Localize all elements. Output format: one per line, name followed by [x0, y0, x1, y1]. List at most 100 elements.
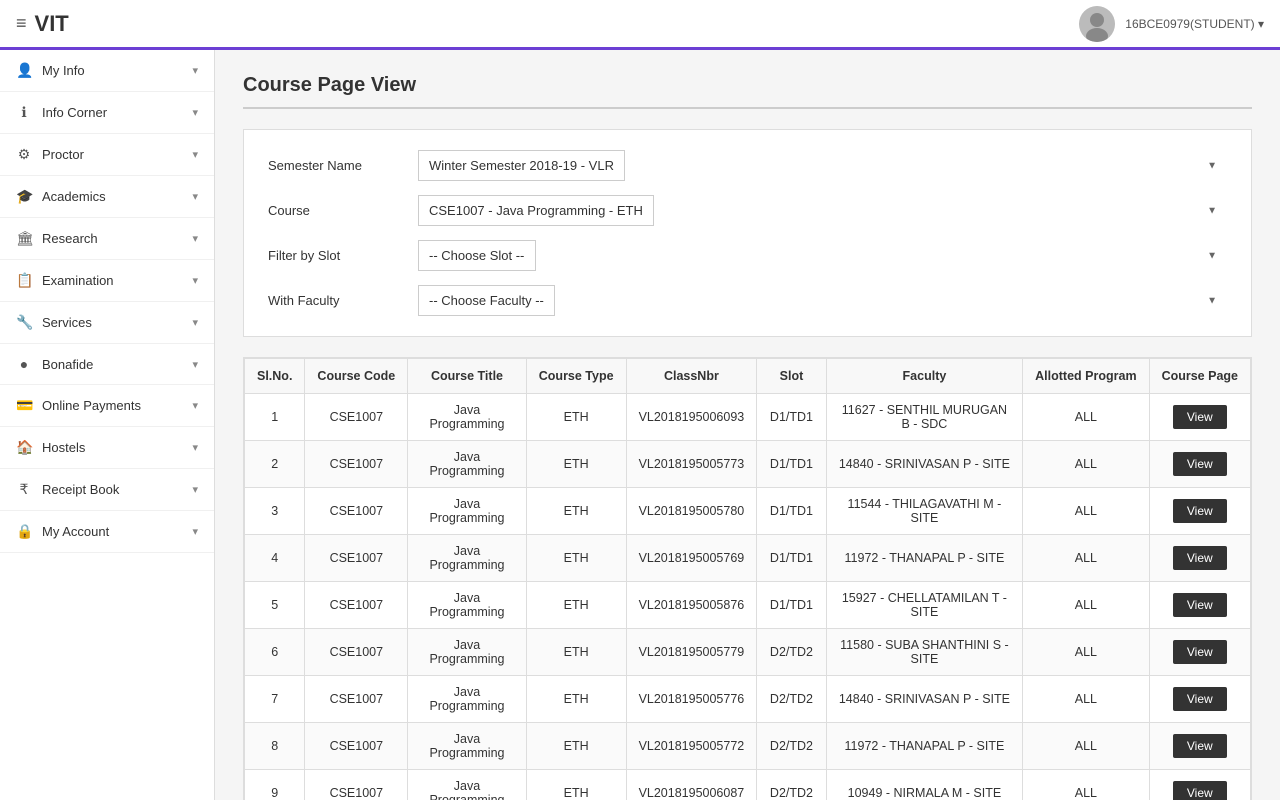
table-cell: CSE1007	[305, 676, 408, 723]
table-cell: Java Programming	[408, 770, 527, 800]
chevron-down-icon: ▾	[192, 64, 198, 77]
sidebar-item-left: 📋 Examination	[16, 272, 114, 289]
table-cell-action: View	[1149, 723, 1250, 770]
table-body: 1CSE1007Java ProgrammingETHVL20181950060…	[245, 394, 1251, 800]
view-button[interactable]: View	[1173, 405, 1227, 429]
view-button[interactable]: View	[1173, 640, 1227, 664]
sidebar-item-bonafide[interactable]: ● Bonafide ▾	[0, 344, 214, 385]
sidebar-item-label: Proctor	[42, 147, 84, 162]
sidebar-item-proctor[interactable]: ⚙ Proctor ▾	[0, 134, 214, 176]
slot-row: Filter by Slot -- Choose Slot --	[268, 240, 1227, 271]
sidebar-item-online-payments[interactable]: 💳 Online Payments ▾	[0, 385, 214, 427]
table-cell: CSE1007	[305, 394, 408, 441]
sidebar-item-left: 🎓 Academics	[16, 188, 106, 205]
table-cell: ETH	[526, 629, 626, 676]
sidebar-item-info-corner[interactable]: ℹ Info Corner ▾	[0, 92, 214, 134]
view-button[interactable]: View	[1173, 734, 1227, 758]
faculty-row: With Faculty -- Choose Faculty --	[268, 285, 1227, 316]
table-cell: ALL	[1023, 723, 1149, 770]
view-button[interactable]: View	[1173, 452, 1227, 476]
page-title: Course Page View	[243, 74, 1252, 109]
menu-icon[interactable]: ≡	[16, 13, 27, 34]
table-cell: Java Programming	[408, 582, 527, 629]
table-cell: VL2018195006087	[626, 770, 757, 800]
table-cell-action: View	[1149, 629, 1250, 676]
view-button[interactable]: View	[1173, 781, 1227, 800]
table-cell: 4	[245, 535, 305, 582]
sidebar-item-label: My Account	[42, 524, 109, 539]
course-label: Course	[268, 203, 418, 218]
view-button[interactable]: View	[1173, 546, 1227, 570]
sidebar-item-hostels[interactable]: 🏠 Hostels ▾	[0, 427, 214, 469]
table-cell: ETH	[526, 394, 626, 441]
table-cell: D2/TD2	[757, 676, 826, 723]
table-cell: CSE1007	[305, 770, 408, 800]
table-column-header: Course Code	[305, 359, 408, 394]
avatar	[1079, 6, 1115, 42]
course-select-wrapper: CSE1007 - Java Programming - ETH	[418, 195, 1227, 226]
chevron-down-icon: ▾	[192, 232, 198, 245]
table-cell: ALL	[1023, 488, 1149, 535]
table-cell: CSE1007	[305, 488, 408, 535]
table-cell: 14840 - SRINIVASAN P - SITE	[826, 441, 1022, 488]
table-cell: ALL	[1023, 394, 1149, 441]
table-cell: D2/TD2	[757, 723, 826, 770]
view-button[interactable]: View	[1173, 499, 1227, 523]
table-cell: VL2018195006093	[626, 394, 757, 441]
table-cell: ETH	[526, 441, 626, 488]
filter-section: Semester Name Winter Semester 2018-19 - …	[243, 129, 1252, 337]
course-select[interactable]: CSE1007 - Java Programming - ETH	[418, 195, 654, 226]
table-row: 7CSE1007Java ProgrammingETHVL20181950057…	[245, 676, 1251, 723]
table-cell: CSE1007	[305, 535, 408, 582]
table-cell: Java Programming	[408, 676, 527, 723]
sidebar-item-research[interactable]: 🏛 Research ▾	[0, 218, 214, 260]
table-cell: 14840 - SRINIVASAN P - SITE	[826, 676, 1022, 723]
sidebar-item-label: Academics	[42, 189, 106, 204]
table-cell: Java Programming	[408, 629, 527, 676]
sidebar-item-receipt-book[interactable]: ₹ Receipt Book ▾	[0, 469, 214, 511]
table-cell: 6	[245, 629, 305, 676]
table-cell: ALL	[1023, 770, 1149, 800]
table-row: 3CSE1007Java ProgrammingETHVL20181950057…	[245, 488, 1251, 535]
table-cell: ETH	[526, 676, 626, 723]
sidebar-item-icon: 💳	[16, 397, 32, 414]
sidebar-item-academics[interactable]: 🎓 Academics ▾	[0, 176, 214, 218]
table-cell: VL2018195005876	[626, 582, 757, 629]
table-cell-action: View	[1149, 488, 1250, 535]
chevron-down-icon: ▾	[192, 525, 198, 538]
chevron-down-icon: ▾	[192, 483, 198, 496]
chevron-down-icon: ▾	[192, 316, 198, 329]
sidebar-item-left: ● Bonafide	[16, 356, 93, 372]
sidebar-item-examination[interactable]: 📋 Examination ▾	[0, 260, 214, 302]
slot-label: Filter by Slot	[268, 248, 418, 263]
chevron-down-icon: ▾	[192, 441, 198, 454]
table-row: 9CSE1007Java ProgrammingETHVL20181950060…	[245, 770, 1251, 800]
semester-select[interactable]: Winter Semester 2018-19 - VLR	[418, 150, 625, 181]
chevron-down-icon: ▾	[192, 274, 198, 287]
table-column-header: Course Page	[1149, 359, 1250, 394]
sidebar-item-icon: ●	[16, 356, 32, 372]
table-cell-action: View	[1149, 535, 1250, 582]
view-button[interactable]: View	[1173, 687, 1227, 711]
slot-select[interactable]: -- Choose Slot --	[418, 240, 536, 271]
sidebar-item-label: Services	[42, 315, 92, 330]
table-cell: CSE1007	[305, 441, 408, 488]
table-cell: 11580 - SUBA SHANTHINI S - SITE	[826, 629, 1022, 676]
faculty-select[interactable]: -- Choose Faculty --	[418, 285, 555, 316]
view-button[interactable]: View	[1173, 593, 1227, 617]
sidebar-item-label: Online Payments	[42, 398, 141, 413]
sidebar-item-my-account[interactable]: 🔒 My Account ▾	[0, 511, 214, 553]
table-cell: ALL	[1023, 441, 1149, 488]
sidebar-item-label: Research	[42, 231, 98, 246]
sidebar-item-services[interactable]: 🔧 Services ▾	[0, 302, 214, 344]
sidebar-item-icon: ℹ	[16, 104, 32, 121]
table-column-header: Slot	[757, 359, 826, 394]
sidebar-item-left: 🏠 Hostels	[16, 439, 85, 456]
course-row: Course CSE1007 - Java Programming - ETH	[268, 195, 1227, 226]
slot-select-wrapper: -- Choose Slot --	[418, 240, 1227, 271]
table-cell: D1/TD1	[757, 535, 826, 582]
sidebar-item-my-info[interactable]: 👤 My Info ▾	[0, 50, 214, 92]
user-label[interactable]: 16BCE0979(STUDENT) ▾	[1125, 17, 1264, 31]
table-header-row: Sl.No.Course CodeCourse TitleCourse Type…	[245, 359, 1251, 394]
sidebar-item-icon: 🎓	[16, 188, 32, 205]
